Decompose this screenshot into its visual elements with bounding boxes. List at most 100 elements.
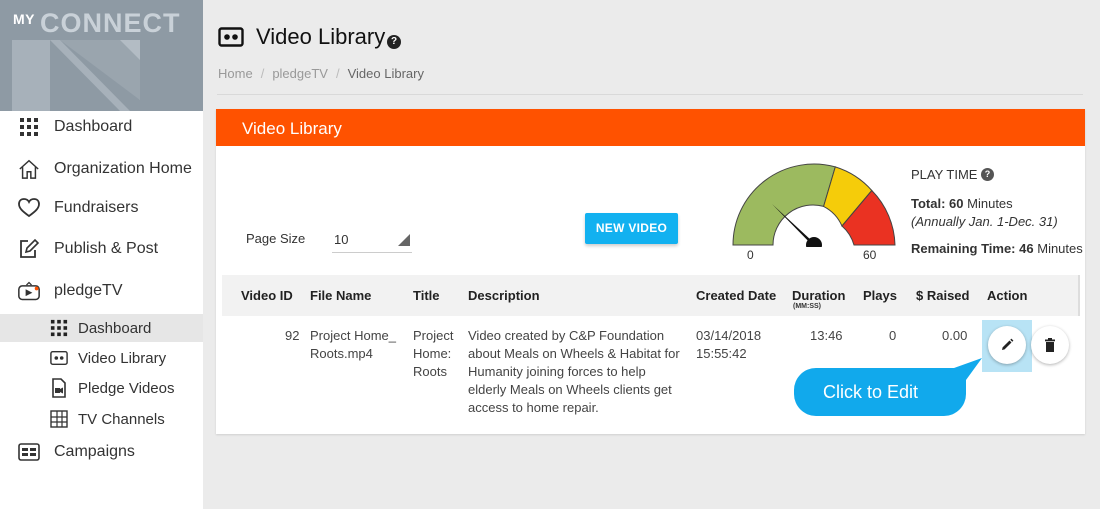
remaining-unit: Minutes — [1037, 241, 1083, 256]
table-scrollbar[interactable] — [1078, 275, 1080, 316]
sidebar-item-label: pledgeTV — [54, 282, 123, 299]
sidebar-item-organization-home[interactable]: Organization Home — [0, 152, 203, 186]
remaining-value: 46 — [1019, 241, 1034, 256]
delete-button[interactable] — [1031, 326, 1069, 364]
play-time-title: PLAY TIME — [911, 167, 978, 182]
dropdown-arrow-icon — [398, 234, 410, 246]
callout-text: Click to Edit — [823, 382, 919, 402]
column-header-duration[interactable]: Duration — [792, 288, 845, 303]
breadcrumb-separator: / — [260, 66, 265, 81]
play-time-remaining: Remaining Time: 46 Minutes — [911, 241, 1083, 256]
column-header-title[interactable]: Title — [413, 288, 440, 303]
edit-square-icon — [18, 238, 40, 260]
breadcrumb-separator: / — [335, 66, 340, 81]
cell-plays: 0 — [889, 328, 897, 343]
card-title: Video Library — [242, 119, 342, 138]
column-header-created-date[interactable]: Created Date — [696, 288, 776, 303]
gauge-min-label: 0 — [747, 248, 754, 262]
logo-my: MY — [13, 11, 35, 27]
home-icon — [18, 158, 40, 180]
title-line: Home: — [413, 346, 452, 361]
breadcrumb-home[interactable]: Home — [218, 66, 253, 81]
total-value: 60 — [949, 196, 964, 211]
column-header-video-id[interactable]: Video ID — [241, 288, 293, 303]
column-header-file-name[interactable]: File Name — [310, 288, 371, 303]
sidebar-subitem-label: Dashboard — [78, 319, 152, 337]
description-line: Video created by C&P Foundation — [468, 328, 665, 343]
video-library-icon — [50, 349, 68, 367]
video-file-icon — [50, 378, 68, 398]
sidebar-item-label: Organization Home — [54, 160, 192, 177]
sidebar-item-campaigns[interactable]: Campaigns — [0, 435, 203, 469]
breadcrumb-pledgetv[interactable]: pledgeTV — [272, 66, 328, 81]
gauge-green-segment — [732, 163, 836, 246]
column-header-raised[interactable]: $ Raised — [916, 288, 969, 303]
play-time-total: Total: 60 Minutes — [911, 196, 1013, 211]
table-header: Video ID File Name Title Description Cre… — [222, 275, 1078, 316]
sidebar-item-dashboard[interactable]: Dashboard — [0, 110, 203, 144]
page-size-select[interactable]: 10 — [332, 225, 412, 253]
file-name-line: Project Home_ — [310, 328, 396, 343]
sidebar: MY CONNECT Dashboard Organization Home F… — [0, 0, 203, 509]
cell-description: Video created by C&P Foundation about Me… — [468, 327, 680, 417]
id-card-icon — [18, 441, 40, 463]
help-icon[interactable]: ? — [387, 35, 401, 49]
cell-file-name: Project Home_ Roots.mp4 — [310, 327, 396, 363]
sidebar-item-fundraisers[interactable]: Fundraisers — [0, 191, 203, 225]
tv-icon — [18, 280, 40, 302]
cell-title: Project Home: Roots — [413, 327, 453, 381]
column-header-duration-unit: (MM:SS) — [793, 303, 821, 310]
sidebar-item-pledgetv[interactable]: pledgeTV — [0, 274, 203, 308]
heart-icon — [18, 197, 40, 219]
pencil-icon — [1002, 338, 1014, 350]
sidebar-item-label: Fundraisers — [54, 199, 139, 216]
created-time: 15:55:42 — [696, 346, 747, 361]
cell-raised: 0.00 — [942, 328, 968, 343]
sidebar-item-label: Publish & Post — [54, 240, 159, 257]
new-video-button[interactable]: NEW VIDEO — [585, 213, 678, 244]
description-line: about Meals on Wheels & Habitat for — [468, 346, 680, 361]
sidebar-subitem-dashboard[interactable]: Dashboard — [0, 314, 203, 342]
breadcrumb: Home / pledgeTV / Video Library — [218, 66, 424, 81]
column-header-action: Action — [987, 288, 1028, 303]
sidebar-subitem-label: Video Library — [78, 349, 167, 367]
breadcrumb-current: Video Library — [347, 66, 424, 81]
play-time-period: (Annually Jan. 1-Dec. 31) — [911, 214, 1058, 229]
description-line: Humanity joining forces to help — [468, 364, 646, 379]
page-size-label: Page Size — [246, 231, 306, 246]
sidebar-item-label: Dashboard — [54, 118, 133, 135]
sidebar-subitem-label: TV Channels — [78, 410, 165, 428]
page-size-value: 10 — [334, 232, 349, 247]
column-header-description[interactable]: Description — [468, 288, 540, 303]
column-header-plays[interactable]: Plays — [863, 288, 897, 303]
cell-created-date: 03/14/2018 15:55:42 — [696, 327, 761, 363]
description-line: elderly Meals on Wheels clients get — [468, 382, 672, 397]
sidebar-subitem-pledge-videos[interactable]: Pledge Videos — [0, 374, 203, 402]
grid-icon — [50, 319, 68, 337]
total-unit: Minutes — [967, 196, 1013, 211]
channels-grid-icon — [50, 410, 68, 428]
card-header: Video Library — [216, 109, 1085, 146]
sidebar-item-label: Campaigns — [54, 443, 135, 460]
page-header: Video Library ? Home / pledgeTV / Video Libr… — [203, 0, 1100, 95]
sidebar-item-publish-post[interactable]: Publish & Post — [0, 232, 203, 266]
video-library-icon — [218, 27, 244, 52]
header-divider — [217, 94, 1083, 95]
logo[interactable]: MY CONNECT — [0, 0, 203, 111]
gauge-max-label: 60 — [863, 248, 877, 262]
video-library-card: Video Library Page Size 10 NEW VIDEO 0 6… — [216, 109, 1085, 434]
created-date: 03/14/2018 — [696, 328, 762, 343]
help-icon[interactable]: ? — [981, 168, 994, 181]
trash-icon — [1045, 338, 1055, 352]
title-line: Roots — [413, 364, 447, 379]
sidebar-subitem-label: Pledge Videos — [78, 379, 175, 397]
page-title: Video Library — [256, 24, 386, 49]
file-name-line: Roots.mp4 — [310, 346, 373, 361]
cell-video-id: 92 — [285, 328, 300, 343]
total-label: Total: — [911, 196, 946, 211]
sidebar-subitem-tv-channels[interactable]: TV Channels — [0, 405, 203, 433]
cell-duration: 13:46 — [810, 328, 843, 343]
sidebar-subitem-video-library[interactable]: Video Library — [0, 344, 203, 372]
remaining-label: Remaining Time: — [911, 241, 1016, 256]
description-line: access to home repair. — [468, 400, 599, 415]
